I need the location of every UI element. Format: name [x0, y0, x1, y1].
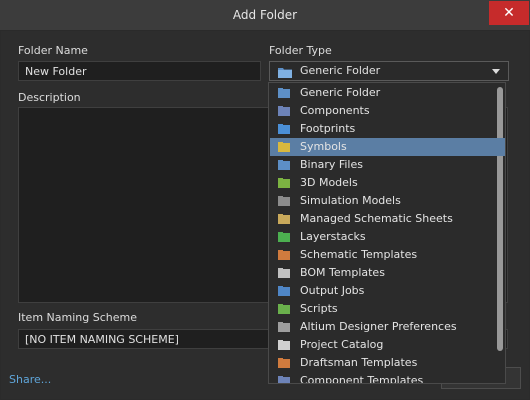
schematic-templates-icon: [278, 250, 290, 260]
folder-type-select[interactable]: Generic Folder: [269, 61, 509, 81]
project-catalog-icon: [278, 340, 290, 350]
scripts-icon: [278, 304, 290, 314]
share-link[interactable]: Share...: [9, 373, 51, 386]
dropdown-item-label: Simulation Models: [300, 194, 401, 207]
footprints-icon: [278, 124, 290, 134]
dropdown-item-label: Symbols: [300, 140, 347, 153]
dropdown-item[interactable]: Output Jobs: [270, 282, 505, 300]
generic-folder-icon: [278, 88, 290, 98]
folder-type-value: Generic Folder: [300, 64, 381, 77]
folder-type-dropdown: Generic Folder Components Footprints Symbol…: [268, 82, 506, 384]
dropdown-item[interactable]: Binary Files: [270, 156, 505, 174]
folder-name-label: Folder Name: [18, 44, 88, 57]
dropdown-item[interactable]: Component Templates: [270, 372, 505, 384]
bom-templates-icon: [278, 268, 290, 278]
dropdown-item[interactable]: Generic Folder: [270, 84, 505, 102]
dropdown-item-label: Footprints: [300, 122, 356, 135]
close-icon: ✕: [503, 5, 515, 21]
output-jobs-icon: [278, 286, 290, 296]
close-button[interactable]: ✕: [489, 1, 529, 25]
3d-models-icon: [278, 178, 290, 188]
preferences-icon: [278, 322, 290, 332]
binary-files-icon: [278, 160, 290, 170]
simulation-models-icon: [278, 196, 290, 206]
dropdown-item-label: BOM Templates: [300, 266, 385, 279]
dropdown-item[interactable]: Managed Schematic Sheets: [270, 210, 505, 228]
dropdown-item-label: Scripts: [300, 302, 338, 315]
dropdown-item[interactable]: Project Catalog: [270, 336, 505, 354]
component-templates-icon: [278, 376, 290, 383]
dropdown-item-label: Generic Folder: [300, 86, 381, 99]
dropdown-item-label: Draftsman Templates: [300, 356, 418, 369]
dropdown-item[interactable]: Altium Designer Preferences: [270, 318, 505, 336]
managed-schematic-sheets-icon: [278, 214, 290, 224]
generic-folder-icon: [278, 68, 292, 78]
dropdown-item[interactable]: Draftsman Templates: [270, 354, 505, 372]
dropdown-item[interactable]: Components: [270, 102, 505, 120]
dropdown-item-label: Components: [300, 104, 370, 117]
layerstacks-icon: [278, 232, 290, 242]
dropdown-item-label: Schematic Templates: [300, 248, 418, 261]
chevron-down-icon: [492, 69, 500, 74]
components-icon: [278, 106, 290, 116]
folder-name-input[interactable]: New Folder: [18, 61, 261, 81]
dropdown-item-label: Managed Schematic Sheets: [300, 212, 453, 225]
dropdown-item[interactable]: Simulation Models: [270, 192, 505, 210]
dropdown-item-label: Project Catalog: [300, 338, 384, 351]
symbols-icon: [278, 142, 290, 152]
dropdown-item-label: Layerstacks: [300, 230, 366, 243]
dropdown-item[interactable]: Schematic Templates: [270, 246, 505, 264]
dropdown-item[interactable]: BOM Templates: [270, 264, 505, 282]
window-title: Add Folder: [232, 8, 298, 22]
dropdown-item-label: Output Jobs: [300, 284, 365, 297]
description-label: Description: [18, 91, 81, 104]
dropdown-item[interactable]: 3D Models: [270, 174, 505, 192]
draftsman-templates-icon: [278, 358, 290, 368]
dropdown-item-label: Component Templates: [300, 374, 424, 384]
naming-scheme-label: Item Naming Scheme: [18, 311, 137, 324]
dropdown-item[interactable]: Scripts: [270, 300, 505, 318]
title-bar: Add Folder ✕: [0, 0, 530, 31]
dropdown-item[interactable]: Layerstacks: [270, 228, 505, 246]
dropdown-item[interactable]: Footprints: [270, 120, 505, 138]
dropdown-item[interactable]: Symbols: [270, 138, 505, 156]
dropdown-item-label: Binary Files: [300, 158, 363, 171]
dropdown-item-label: 3D Models: [300, 176, 358, 189]
folder-type-label: Folder Type: [269, 44, 332, 57]
dropdown-item-label: Altium Designer Preferences: [300, 320, 457, 333]
